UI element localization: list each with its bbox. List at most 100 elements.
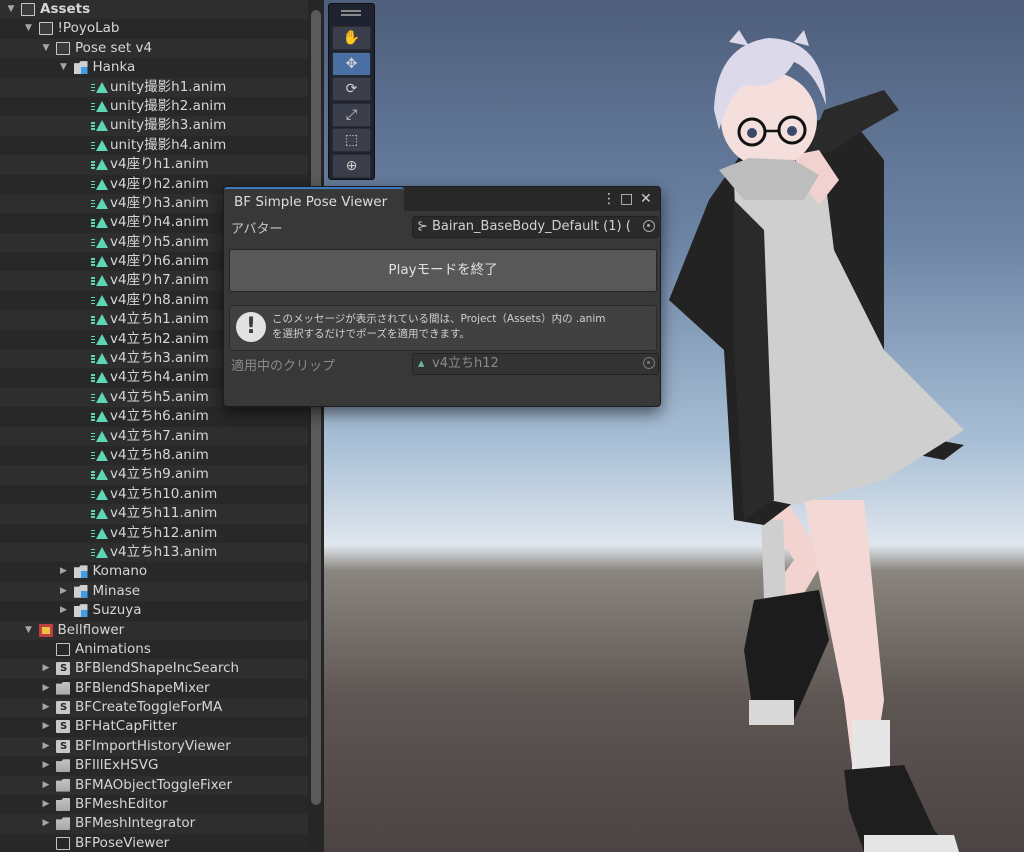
tree-row[interactable]: ▼ Hanka <box>0 58 308 78</box>
tree-row[interactable]: ▶ BFMeshEditor <box>0 795 308 815</box>
tree-row[interactable]: ▼ Assets <box>0 0 308 20</box>
tree-row[interactable]: ▶ BFMeshIntegrator <box>0 814 308 834</box>
move-tool-button[interactable]: ✥ <box>332 51 371 76</box>
animation-clip-icon <box>91 410 108 423</box>
tree-row-label: Hanka <box>92 59 136 76</box>
tree-row[interactable]: v4立ちh6.anim <box>0 407 308 427</box>
tree-row-label: Assets <box>40 1 91 17</box>
avatar-object-field[interactable]: ⊱ Bairan_BaseBody_Default (1) ( <box>412 216 659 238</box>
menu-icon[interactable]: ⋮ <box>602 190 616 208</box>
tree-row[interactable]: ▼ Bellflower <box>0 620 308 640</box>
collapse-arrow-icon[interactable]: ▶ <box>41 776 51 795</box>
avatar-prefab-icon: ⊱ <box>417 219 428 234</box>
hand-tool-button[interactable]: ✋ <box>332 26 371 50</box>
tree-row[interactable]: ▼ !PoyoLab <box>0 19 308 39</box>
tree-row-label: BFMAObjectToggleFixer <box>75 776 233 793</box>
help-line-2: を選択するだけでポーズを適用できます。 <box>272 328 470 340</box>
tree-row[interactable]: v4立ちh7.anim <box>0 426 308 446</box>
tree-row[interactable]: v4立ちh8.anim <box>0 445 308 466</box>
tree-row-label: Bellflower <box>57 621 125 638</box>
folder-empty-icon <box>56 642 70 656</box>
tree-row[interactable]: ▶ BFBlendShapeIncSearch <box>0 659 308 679</box>
folder-icon <box>56 778 70 792</box>
project-scrollbar[interactable] <box>308 0 324 852</box>
expand-arrow-icon[interactable]: ▼ <box>41 39 51 58</box>
collapse-arrow-icon[interactable]: ▶ <box>41 814 51 833</box>
tree-row-label: BFBlendShapeMixer <box>75 679 210 696</box>
transform-tool-button[interactable]: ⊕ <box>332 153 371 178</box>
rotate-tool-button[interactable]: ⟳ <box>332 77 371 101</box>
object-picker-icon[interactable] <box>643 220 655 232</box>
tree-row[interactable]: ▶ Komano <box>0 562 308 582</box>
tree-row[interactable]: ▶ BFBlendShapeMixer <box>0 678 308 699</box>
maximize-icon[interactable]: □ <box>620 190 633 208</box>
collapse-arrow-icon[interactable]: ▶ <box>41 679 51 698</box>
tree-row-label: BFMeshIntegrator <box>75 815 196 832</box>
tree-row[interactable]: v4立ちh9.anim <box>0 465 308 485</box>
tree-row[interactable]: unity撮影h1.anim <box>0 77 308 97</box>
tree-row[interactable]: ▶ Minase <box>0 581 308 602</box>
tree-row[interactable]: ▶ BFCreateToggleForMA <box>0 698 308 718</box>
tree-row[interactable]: ▶ BFImportHistoryViewer <box>0 736 308 757</box>
tree-row[interactable]: BFPoseViewer <box>0 833 308 852</box>
tree-row-label: v4立ちh8.anim <box>110 446 209 463</box>
expand-arrow-icon[interactable]: ▼ <box>6 0 16 19</box>
tree-row[interactable]: unity撮影h3.anim <box>0 116 308 136</box>
tree-row-label: BFPoseViewer <box>75 834 170 851</box>
collapse-arrow-icon[interactable]: ▶ <box>41 659 51 678</box>
collapse-arrow-icon[interactable]: ▶ <box>41 756 51 775</box>
tree-row[interactable]: v4立ちh13.anim <box>0 542 308 563</box>
tree-row[interactable]: v4立ちh10.anim <box>0 484 308 505</box>
animation-clip-icon <box>91 352 108 365</box>
expand-arrow-icon[interactable]: ▼ <box>24 621 34 640</box>
tree-row-label: v4立ちh4.anim <box>110 369 209 386</box>
tree-row[interactable]: unity撮影h4.anim <box>0 135 308 156</box>
collapse-arrow-icon[interactable]: ▶ <box>59 601 69 620</box>
scale-tool-button[interactable]: ⤢ <box>332 102 371 127</box>
help-message: このメッセージが表示されている間は、Project（Assets）内の .ani… <box>272 312 605 342</box>
animation-clip-icon <box>91 119 108 132</box>
scrollbar-thumb[interactable] <box>311 10 321 805</box>
avatar-character[interactable] <box>324 0 1024 852</box>
animation-clip-icon <box>91 81 108 94</box>
tree-row-label: v4立ちh12.anim <box>110 524 218 541</box>
scene-view[interactable] <box>324 0 1024 852</box>
tree-row-label: BFIllExHSVG <box>75 757 159 774</box>
collapse-arrow-icon[interactable]: ▶ <box>41 795 51 814</box>
tree-row[interactable]: unity撮影h2.anim <box>0 96 308 117</box>
collapse-arrow-icon[interactable]: ▶ <box>59 582 69 601</box>
bellflower-folder-icon <box>38 623 53 637</box>
folder-empty-icon <box>56 836 70 850</box>
help-line-1: このメッセージが表示されている間は、Project（Assets）内の .ani… <box>272 313 606 325</box>
animation-clip-icon <box>91 236 108 249</box>
collapse-arrow-icon[interactable]: ▶ <box>41 698 51 717</box>
tree-row[interactable]: ▶ Suzuya <box>0 601 308 621</box>
expand-arrow-icon[interactable]: ▼ <box>59 58 69 77</box>
tree-row[interactable]: ▶ BFHatCapFitter <box>0 717 308 737</box>
collapse-arrow-icon[interactable]: ▶ <box>41 737 51 756</box>
collapse-arrow-icon[interactable]: ▶ <box>59 562 69 581</box>
animation-clip-icon <box>91 527 108 540</box>
animation-clip-icon <box>91 449 108 462</box>
animation-clip-icon <box>91 100 108 113</box>
tree-row[interactable]: ▶ BFIllExHSVG <box>0 756 308 776</box>
tree-row[interactable]: ▼ Pose set v4 <box>0 38 308 59</box>
window-tab[interactable]: BF Simple Pose Viewer <box>224 187 404 211</box>
tree-row-label: v4立ちh10.anim <box>110 485 218 502</box>
collapse-arrow-icon[interactable]: ▶ <box>41 717 51 736</box>
tree-row[interactable]: ▶ BFMAObjectToggleFixer <box>0 775 308 796</box>
tree-row-label: v4座りh5.anim <box>110 233 209 250</box>
tree-row[interactable]: v4立ちh12.anim <box>0 523 308 543</box>
avatar-label: アバター <box>231 222 283 237</box>
tree-row[interactable]: v4立ちh11.anim <box>0 504 308 524</box>
expand-arrow-icon[interactable]: ▼ <box>24 19 34 38</box>
close-icon[interactable]: ✕ <box>640 190 652 208</box>
tree-row-label: v4座りh8.anim <box>110 291 209 308</box>
exit-playmode-button[interactable]: Playモードを終了 <box>229 249 657 292</box>
tree-row[interactable]: v4座りh1.anim <box>0 155 308 175</box>
tree-row-label: !PoyoLab <box>57 20 120 37</box>
rect-tool-button[interactable]: ⬚ <box>332 128 371 152</box>
overlay-grip-handle[interactable] <box>341 10 361 12</box>
tree-row[interactable]: Animations <box>0 639 308 660</box>
tree-row-label: v4座りh7.anim <box>110 272 209 289</box>
